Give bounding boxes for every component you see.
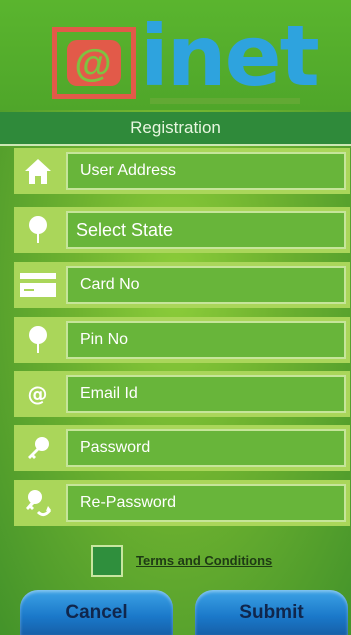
user-address-row: User Address — [14, 148, 350, 194]
key-refresh-icon — [14, 480, 61, 526]
home-icon — [14, 148, 61, 194]
map-pin-icon — [14, 207, 61, 253]
re-password-row: Re-Password — [14, 480, 350, 526]
terms-link[interactable]: Terms and Conditions — [136, 553, 272, 568]
password-row: Password — [14, 425, 350, 471]
terms-checkbox[interactable] — [91, 545, 123, 577]
cancel-button[interactable]: Cancel — [20, 590, 173, 635]
select-state-row: Select State — [14, 207, 350, 253]
password-input[interactable]: Password — [66, 429, 346, 467]
logo-area: @ inet — [0, 0, 351, 110]
email-input[interactable]: Email Id — [66, 375, 346, 413]
pin-no-input[interactable]: Pin No — [66, 321, 346, 359]
registration-header: Registration — [0, 112, 351, 146]
credit-card-icon — [14, 262, 61, 308]
pin-icon — [14, 317, 61, 363]
logo-tagline — [150, 98, 300, 104]
terms-section: Terms and Conditions — [91, 545, 311, 579]
re-password-input[interactable]: Re-Password — [66, 484, 346, 522]
card-no-input[interactable]: Card No — [66, 266, 346, 304]
email-row: @ Email Id — [14, 371, 350, 417]
user-address-input[interactable]: User Address — [66, 152, 346, 190]
page-title: Registration — [130, 118, 221, 137]
logo-mark: @ — [52, 27, 136, 99]
select-state-dropdown[interactable]: Select State — [66, 211, 346, 249]
at-icon: @ — [27, 382, 48, 406]
pin-no-row: Pin No — [14, 317, 350, 363]
card-no-row: Card No — [14, 262, 350, 308]
key-icon — [14, 425, 61, 471]
logo-text: inet — [140, 7, 320, 105]
submit-button[interactable]: Submit — [195, 590, 348, 635]
